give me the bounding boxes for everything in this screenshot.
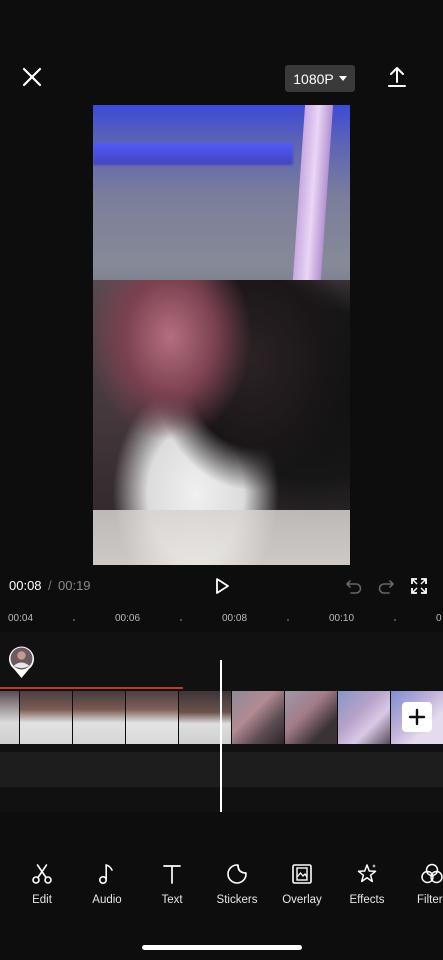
clip-selection-marker [0, 687, 183, 689]
ruler-label: 00:08 [222, 613, 248, 624]
time-separator: / [48, 578, 52, 593]
add-clip-button[interactable] [402, 702, 432, 732]
ruler-label: 00:04 [8, 613, 34, 624]
ruler-label: 00:10 [329, 613, 355, 624]
effects-star-icon [357, 864, 377, 883]
caret-down-icon [338, 76, 347, 81]
tool-audio[interactable]: Audio [77, 862, 137, 906]
ruler-dot [180, 619, 182, 621]
tool-label: Filter [417, 894, 443, 906]
bottom-toolbar: Edit Audio Text Stickers Overlay Effects… [0, 862, 443, 922]
undo-button[interactable] [344, 576, 364, 596]
upload-icon [388, 67, 406, 87]
tool-label: Stickers [216, 894, 258, 906]
overlay-icon [292, 864, 312, 884]
preview-area [0, 100, 443, 570]
ruler-dot [287, 619, 289, 621]
redo-icon [378, 580, 394, 594]
clip-thumbnail[interactable] [126, 691, 179, 744]
timeline-area[interactable] [0, 632, 443, 812]
ruler-dot [73, 619, 75, 621]
fullscreen-icon [411, 578, 427, 594]
total-time: 00:19 [58, 578, 91, 593]
clip-thumbnail[interactable] [20, 691, 73, 744]
ruler-label: 00:06 [115, 613, 141, 624]
filter-icon [421, 863, 443, 884]
home-indicator[interactable] [142, 945, 302, 950]
music-note-icon [99, 863, 113, 885]
playhead[interactable] [220, 660, 222, 812]
resolution-dropdown[interactable]: 1080P [285, 65, 355, 92]
play-button[interactable] [212, 576, 232, 596]
avatar-pin-icon [8, 646, 34, 678]
tool-stickers[interactable]: Stickers [207, 862, 267, 906]
export-button[interactable] [383, 63, 411, 91]
close-button[interactable] [18, 63, 46, 91]
top-bar: 1080P [0, 0, 443, 100]
tool-label: Audio [92, 894, 122, 906]
undo-icon [346, 580, 362, 594]
tool-edit[interactable]: Edit [12, 862, 72, 906]
video-content-floor [93, 510, 350, 565]
close-icon [22, 67, 42, 87]
redo-button[interactable] [376, 576, 396, 596]
audio-marker-avatar[interactable] [8, 645, 35, 679]
plus-icon [408, 708, 426, 726]
video-content-led [93, 143, 293, 165]
video-preview[interactable] [93, 105, 350, 565]
tool-text[interactable]: Text [142, 862, 202, 906]
fullscreen-button[interactable] [409, 576, 429, 596]
text-icon [163, 865, 181, 884]
tool-overlay[interactable]: Overlay [272, 862, 332, 906]
timeline-ruler[interactable]: 00:04 00:06 00:08 00:10 0 [0, 608, 443, 632]
clip-thumbnail[interactable] [232, 691, 285, 744]
tool-filter[interactable]: Filter [402, 862, 443, 906]
clip-thumbnail[interactable] [179, 691, 232, 744]
play-icon [216, 578, 229, 594]
clip-thumbnail[interactable] [0, 691, 20, 744]
tool-label: Overlay [282, 894, 322, 906]
tool-label: Text [161, 894, 183, 906]
ruler-dot [394, 619, 396, 621]
sticker-icon [227, 864, 247, 884]
scissors-icon [32, 864, 52, 884]
tool-label: Edit [32, 894, 52, 906]
clip-thumbnail[interactable] [73, 691, 126, 744]
ruler-label: 0 [436, 613, 442, 624]
tool-label: Effects [349, 894, 385, 906]
current-time: 00:08 [9, 578, 42, 593]
resolution-label: 1080P [293, 70, 334, 87]
clip-thumbnail[interactable] [285, 691, 338, 744]
clip-thumbnail[interactable] [338, 691, 391, 744]
tool-effects[interactable]: Effects [337, 862, 397, 906]
